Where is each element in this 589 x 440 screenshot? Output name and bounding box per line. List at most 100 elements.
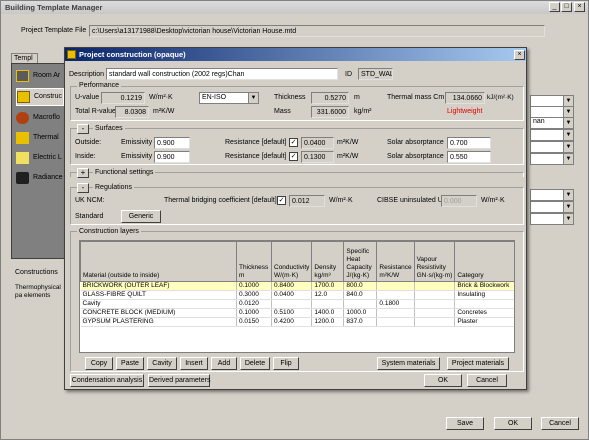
- standard-button[interactable]: Generic: [121, 210, 161, 223]
- outside-resistance-field: 0.0400: [301, 137, 334, 149]
- main-title-bar: Building Template Manager: [1, 1, 588, 14]
- copy-button[interactable]: Copy: [85, 357, 113, 370]
- dropdown-arrow-icon: ▼: [563, 190, 573, 200]
- cell-specific-heat: 800.0: [343, 281, 378, 291]
- cell-resistance: [376, 308, 415, 318]
- table-row[interactable]: Cavity 0.0120 0.1800: [80, 299, 514, 309]
- delete-button[interactable]: Delete: [240, 357, 270, 370]
- radiance-icon: [16, 172, 29, 184]
- inside-resistance-default-checkbox[interactable]: ✓: [289, 152, 298, 161]
- main-title: Building Template Manager: [5, 3, 103, 12]
- left-item-macroflo[interactable]: Macroflo: [16, 110, 64, 128]
- column-header-conductivity[interactable]: Conductivity W/(m·K): [270, 241, 313, 282]
- thermal-mass-label: Thermal mass Cm: [387, 94, 445, 101]
- column-header-specific-heat[interactable]: Specific Heat Capacity J/(kg·K): [343, 241, 378, 282]
- main-ok-button[interactable]: OK: [494, 417, 532, 430]
- derived-parameters-button[interactable]: Derived parameters: [148, 374, 210, 387]
- paste-button[interactable]: Paste: [116, 357, 144, 370]
- right-select-6[interactable]: ▼: [530, 153, 574, 165]
- layers-table-header-row: Material (outside to inside) Thickness m…: [80, 241, 514, 282]
- left-item-room[interactable]: Room Ar: [16, 68, 64, 86]
- thermal-mass-field: 134.0660: [445, 92, 485, 104]
- construction-icon: [17, 91, 30, 103]
- table-row[interactable]: BRICKWORK (OUTER LEAF) 0.1000 0.8400 170…: [80, 281, 514, 291]
- table-row[interactable]: GLASS-FIBRE QUILT 0.3000 0.0400 12.0 840…: [80, 290, 514, 300]
- cibse-field: 0.000: [441, 195, 477, 207]
- dialog-cancel-button[interactable]: Cancel: [467, 374, 507, 387]
- add-button[interactable]: Add: [211, 357, 237, 370]
- surfaces-collapse-toggle[interactable]: -: [77, 124, 89, 134]
- method-select[interactable]: EN-ISO ▼: [199, 92, 259, 104]
- description-label: Description: [69, 71, 105, 78]
- outside-solar-input[interactable]: 0.700: [447, 137, 491, 149]
- table-row[interactable]: CONCRETE BLOCK (MEDIUM) 0.1000 0.5100 14…: [80, 308, 514, 318]
- left-item-label: Room Ar: [33, 72, 61, 79]
- right-select-8[interactable]: ▼: [530, 201, 574, 213]
- cell-category: Brick & Blockwork: [454, 281, 514, 291]
- right-select-7[interactable]: ▼: [530, 189, 574, 201]
- minimize-button[interactable]: _: [549, 2, 560, 12]
- outside-resistance-default-checkbox[interactable]: ✓: [289, 138, 298, 147]
- dropdown-arrow-icon: ▼: [563, 154, 573, 164]
- column-header-thickness[interactable]: Thickness m: [236, 241, 272, 282]
- cell-resistance: [376, 281, 415, 291]
- left-item-radiance[interactable]: Radiance: [16, 170, 64, 188]
- cell-vapour-resistivity: [414, 299, 456, 309]
- right-select-3[interactable]: nan ▼: [530, 117, 574, 129]
- table-row[interactable]: GYPSUM PLASTERING 0.0150 0.4200 1200.0 8…: [80, 317, 514, 327]
- column-header-category[interactable]: Category: [454, 241, 514, 282]
- right-select-4[interactable]: ▼: [530, 129, 574, 141]
- cell-density: 12.0: [311, 290, 345, 300]
- cell-thickness: 0.0150: [236, 317, 272, 327]
- regulations-collapse-toggle[interactable]: -: [77, 183, 89, 193]
- bridging-unit: W/m²·K: [329, 197, 353, 204]
- close-button[interactable]: ×: [574, 2, 585, 12]
- column-header-resistance[interactable]: Resistance m²K/W: [376, 241, 415, 282]
- description-input[interactable]: standard wall construction (2002 regs)Ch…: [106, 68, 338, 80]
- bridging-default-checkbox[interactable]: ✓: [277, 196, 286, 205]
- left-item-construction[interactable]: Construc: [16, 88, 64, 106]
- dialog-app-icon: [67, 50, 76, 59]
- inside-resistance-unit: m²K/W: [337, 153, 359, 160]
- system-materials-button[interactable]: System materials: [377, 357, 440, 370]
- dialog-title-bar: Project construction (opaque): [65, 48, 526, 61]
- inside-solar-input[interactable]: 0.550: [447, 151, 491, 163]
- column-header-material[interactable]: Material (outside to inside): [80, 241, 237, 282]
- right-select-5[interactable]: ▼: [530, 141, 574, 153]
- left-panel: Room Ar Construc Macroflo Thermal Electr…: [11, 63, 67, 259]
- outside-emissivity-input[interactable]: 0.900: [154, 137, 190, 149]
- inside-emissivity-input[interactable]: 0.900: [154, 151, 190, 163]
- project-materials-button[interactable]: Project materials: [447, 357, 509, 370]
- right-select-9[interactable]: ▼: [530, 213, 574, 225]
- surfaces-label: Surfaces: [93, 125, 125, 132]
- functional-settings-expand-toggle[interactable]: +: [77, 168, 89, 178]
- column-header-vapour-resistivity[interactable]: Vapour Resistivity GN·s/(kg·m): [413, 241, 456, 282]
- layers-table-container: Material (outside to inside) Thickness m…: [79, 240, 515, 353]
- dialog-ok-button[interactable]: OK: [424, 374, 462, 387]
- performance-label: Performance: [77, 82, 122, 89]
- description-text: Thermophysical pa elements: [15, 284, 61, 299]
- left-item-thermal[interactable]: Thermal: [16, 130, 64, 148]
- dropdown-arrow-icon: ▼: [563, 142, 573, 152]
- dialog-close-button[interactable]: ×: [514, 50, 525, 60]
- template-file-field[interactable]: c:\Users\a13171988\Desktop\victorian hou…: [89, 25, 545, 37]
- outside-label: Outside:: [75, 139, 102, 146]
- left-item-label: Radiance: [33, 174, 63, 181]
- insert-button[interactable]: Insert: [180, 357, 208, 370]
- left-item-electric[interactable]: Electric L: [16, 150, 64, 168]
- flip-button[interactable]: Flip: [273, 357, 299, 370]
- cell-category: Insulating: [454, 290, 514, 300]
- bridging-label: Thermal bridging coefficient [default]: [164, 197, 277, 204]
- uvalue-label: U-value: [75, 94, 100, 101]
- cell-material: Cavity: [80, 299, 237, 309]
- main-cancel-button[interactable]: Cancel: [541, 417, 579, 430]
- dropdown-arrow-icon: ▼: [248, 93, 258, 103]
- main-save-button[interactable]: Save: [446, 417, 484, 430]
- total-r-label: Total R-value: [75, 108, 116, 115]
- column-header-density[interactable]: Density kg/m³: [311, 241, 345, 282]
- maximize-button[interactable]: □: [561, 2, 572, 12]
- cell-category: Plaster: [454, 317, 514, 327]
- condensation-analysis-button[interactable]: Condensation analysis: [70, 374, 144, 387]
- weight-class-label: Lightweight: [447, 108, 483, 115]
- cavity-button[interactable]: Cavity: [147, 357, 177, 370]
